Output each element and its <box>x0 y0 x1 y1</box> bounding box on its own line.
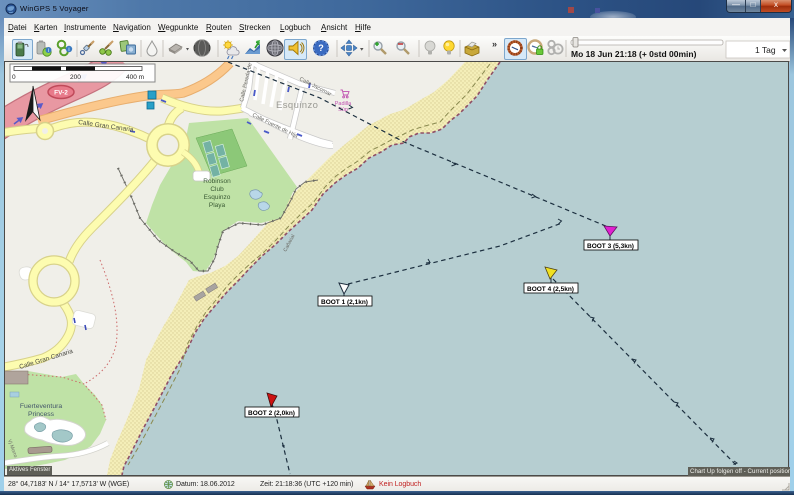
svg-text:Mo 18 Jun 21:18 (+ 0std 00min): Mo 18 Jun 21:18 (+ 0std 00min) <box>571 49 697 59</box>
svg-text:400 m: 400 m <box>126 74 144 81</box>
svg-text:Esquinzo: Esquinzo <box>276 100 318 111</box>
svg-text:BOOT 4 (2,5kn): BOOT 4 (2,5kn) <box>527 286 574 293</box>
svg-text:i: i <box>68 47 69 53</box>
svg-text:0: 0 <box>12 74 16 81</box>
svg-text:»: » <box>492 39 497 49</box>
svg-text:BOOT 2 (2,0kn): BOOT 2 (2,0kn) <box>248 410 295 417</box>
svg-text:1 Tag: 1 Tag <box>755 45 776 55</box>
svg-text:BOOT 3 (5,3kn): BOOT 3 (5,3kn) <box>587 243 634 250</box>
svg-text:Club: Club <box>210 186 224 193</box>
svg-text:Fuerteventura: Fuerteventura <box>20 403 63 410</box>
svg-text:200: 200 <box>70 74 81 81</box>
svg-text:Princess: Princess <box>28 411 55 418</box>
svg-text:Playa: Playa <box>209 202 226 209</box>
svg-text:BOOT 1 (2,1kn): BOOT 1 (2,1kn) <box>321 299 368 306</box>
svg-text:i: i <box>48 48 49 54</box>
svg-text:?: ? <box>318 43 324 53</box>
svg-text:FV-2: FV-2 <box>54 90 68 97</box>
svg-text:Robinson: Robinson <box>203 178 231 185</box>
svg-text:Esquinzo: Esquinzo <box>204 194 231 201</box>
